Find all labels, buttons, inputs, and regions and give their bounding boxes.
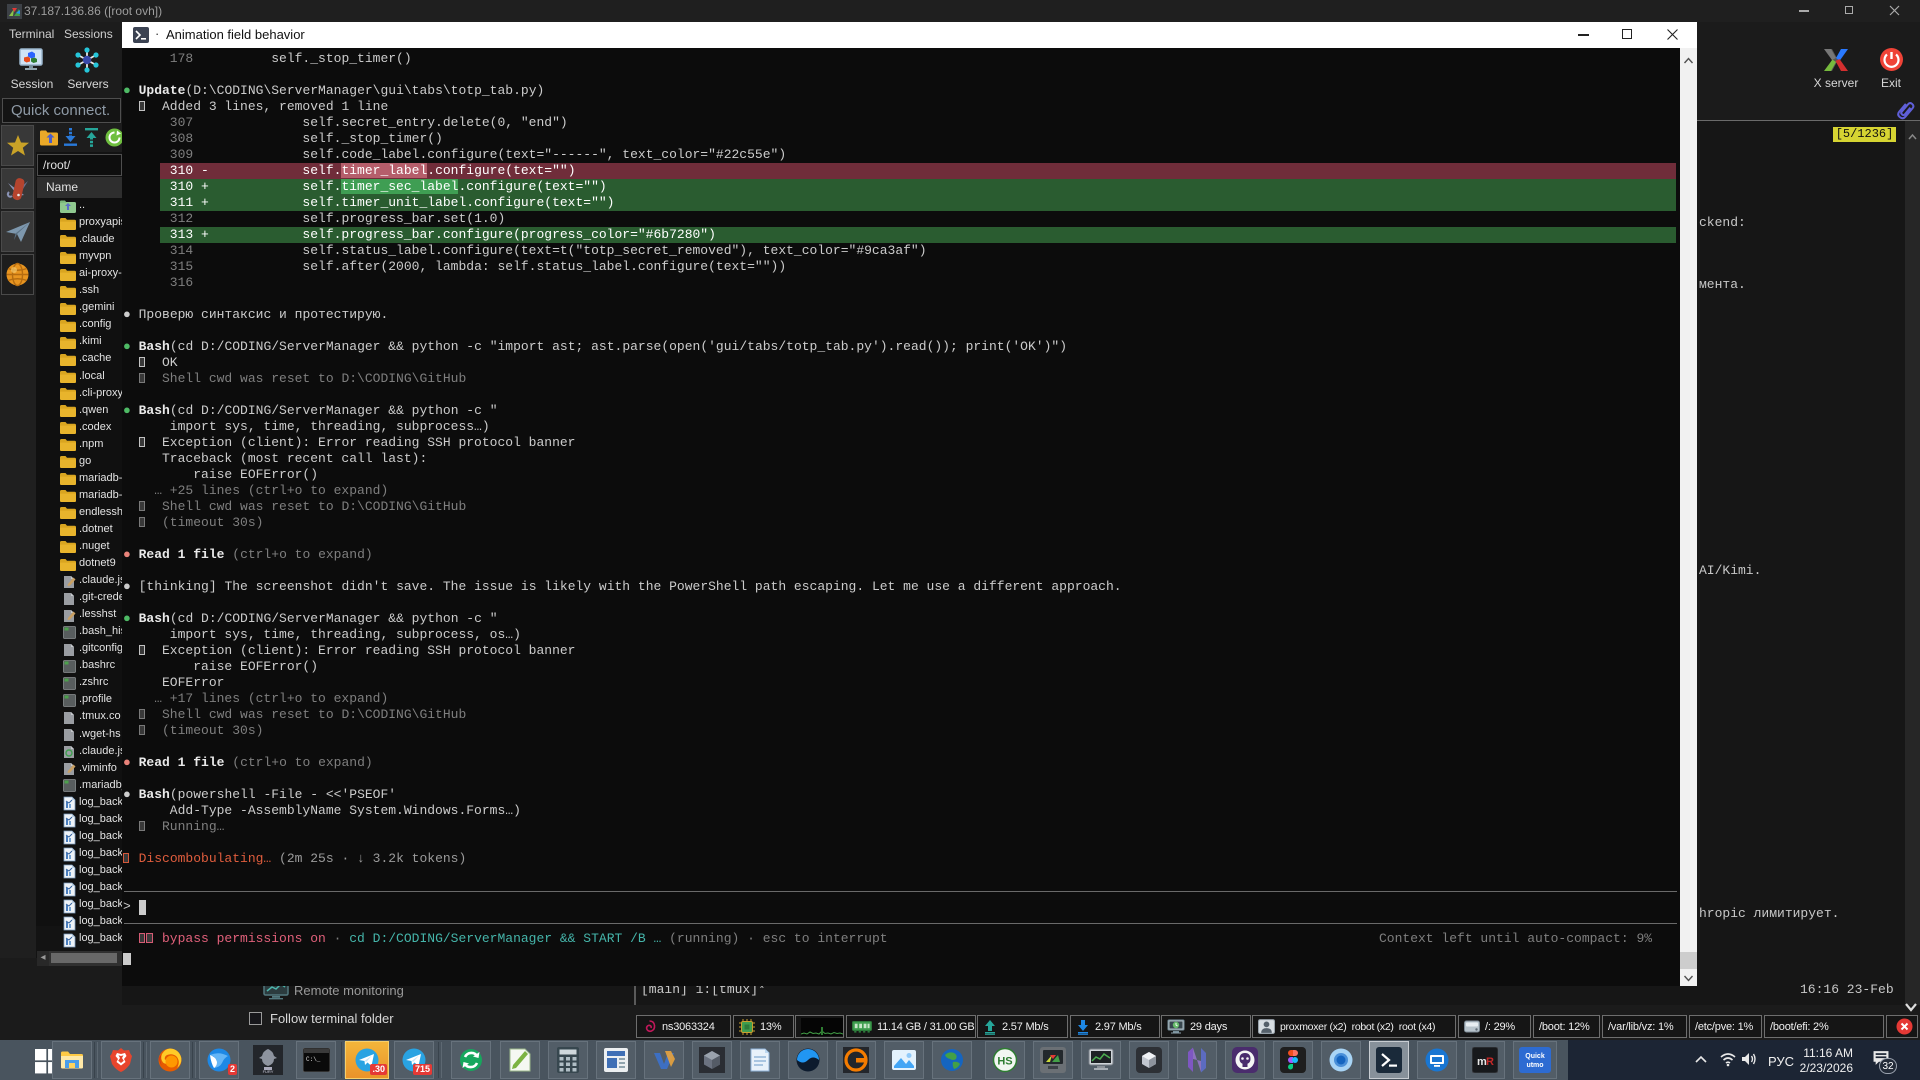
svg-text:R: R <box>1486 1056 1494 1068</box>
svg-text:FURY: FURY <box>263 1069 274 1074</box>
svg-text:Quick: Quick <box>1525 1053 1545 1060</box>
svg-text:utmo: utmo <box>1526 1062 1543 1069</box>
svg-text:HS: HS <box>997 1056 1012 1068</box>
svg-text:C:\_: C:\_ <box>306 1056 321 1063</box>
